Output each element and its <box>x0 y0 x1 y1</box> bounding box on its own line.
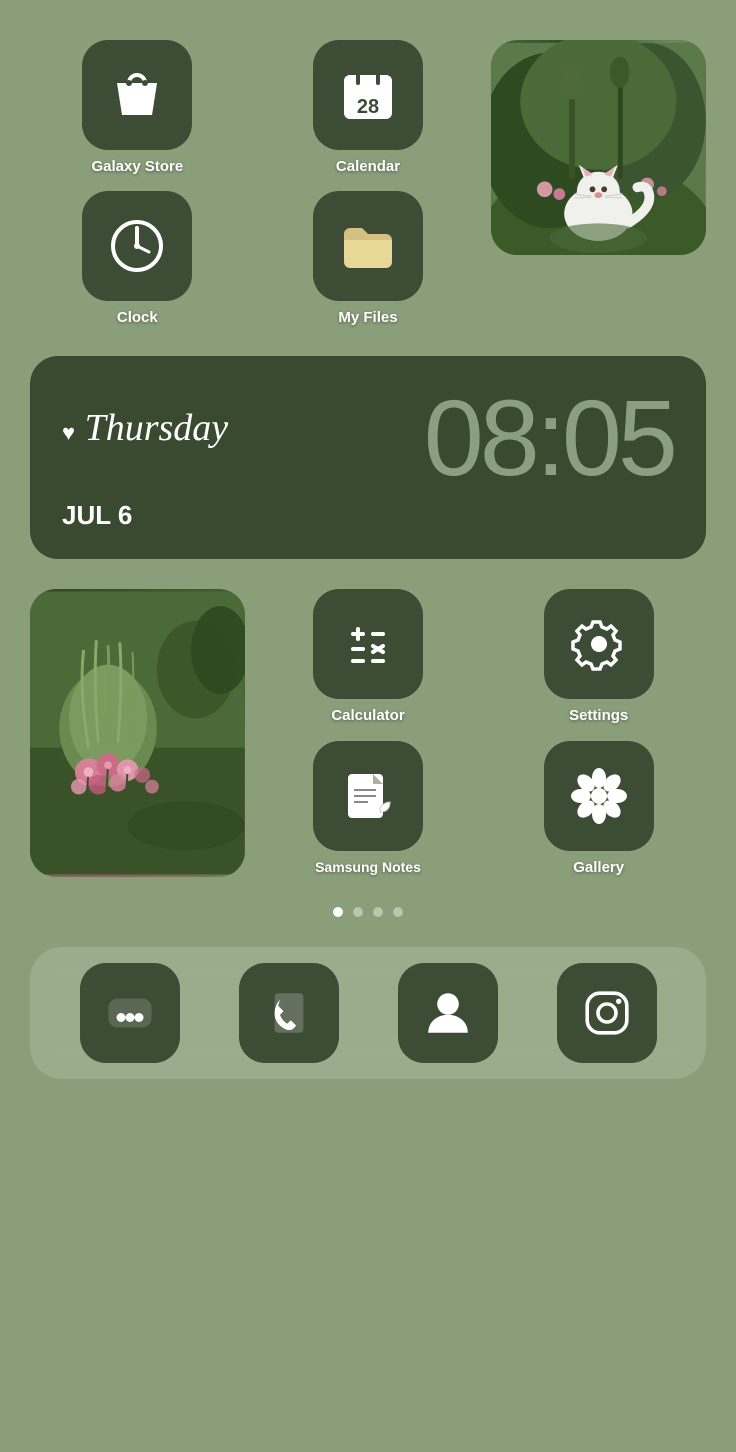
app-samsung-notes[interactable]: Samsung Notes <box>261 741 476 877</box>
dock-phone[interactable] <box>239 963 339 1063</box>
chat-bubbles-icon <box>103 986 157 1040</box>
app-my-files[interactable]: My Files <box>261 191 476 326</box>
dock-contacts[interactable] <box>398 963 498 1063</box>
settings-gear-icon <box>569 614 629 674</box>
app-clock[interactable]: Clock <box>30 191 245 326</box>
garden-photo-widget <box>30 589 245 877</box>
dock-messages[interactable] <box>80 963 180 1063</box>
calendar-icon: 28 <box>338 65 398 125</box>
page-dot-2[interactable] <box>353 907 363 917</box>
clock-date-display: JUL 6 <box>62 500 674 531</box>
app-calculator[interactable]: Calculator <box>261 589 476 725</box>
page-dot-1[interactable] <box>333 907 343 917</box>
notes-icon <box>338 766 398 826</box>
app-settings[interactable]: Settings <box>491 589 706 725</box>
top-app-grid: Galaxy Store 28 Calendar <box>30 40 706 326</box>
svg-text:28: 28 <box>357 96 379 118</box>
calendar-icon-bg: 28 <box>313 40 423 150</box>
app-calendar[interactable]: 28 Calendar <box>261 40 476 175</box>
clock-icon <box>107 216 167 276</box>
gallery-label: Gallery <box>573 859 624 876</box>
settings-icon-bg <box>544 589 654 699</box>
my-files-label: My Files <box>338 309 397 326</box>
home-screen: Galaxy Store 28 Calendar <box>0 0 736 1452</box>
calculator-icon-bg <box>313 589 423 699</box>
app-galaxy-store[interactable]: Galaxy Store <box>30 40 245 175</box>
shopping-bag-icon <box>107 65 167 125</box>
page-dot-3[interactable] <box>373 907 383 917</box>
app-gallery[interactable]: Gallery <box>491 741 706 877</box>
folder-icon <box>338 216 398 276</box>
gallery-icon-bg <box>544 741 654 851</box>
galaxy-store-label: Galaxy Store <box>91 158 183 175</box>
phone-icon <box>262 986 316 1040</box>
calculator-icon <box>338 614 398 674</box>
app-dock <box>30 947 706 1079</box>
cat-image <box>491 40 706 255</box>
my-files-icon-bg <box>313 191 423 301</box>
camera-circle-icon <box>580 986 634 1040</box>
gallery-flower-icon <box>569 766 629 826</box>
page-indicator <box>333 907 403 917</box>
clock-day-label: ♥ Thursday <box>62 406 228 450</box>
clock-label: Clock <box>117 309 158 326</box>
cat-photo-widget <box>491 40 706 255</box>
page-dot-4[interactable] <box>393 907 403 917</box>
clock-widget: ♥ Thursday 08:05 JUL 6 <box>30 356 706 559</box>
calendar-label: Calendar <box>336 158 400 175</box>
person-icon <box>421 986 475 1040</box>
samsung-notes-icon-bg <box>313 741 423 851</box>
clock-icon-bg <box>82 191 192 301</box>
dock-instagram[interactable] <box>557 963 657 1063</box>
calculator-label: Calculator <box>331 707 404 724</box>
bottom-app-grid: Calculator Settings <box>30 589 706 877</box>
samsung-notes-label: Samsung Notes <box>315 859 421 875</box>
galaxy-store-icon-bg <box>82 40 192 150</box>
settings-label: Settings <box>569 707 628 724</box>
clock-day-text: Thursday <box>85 407 229 449</box>
